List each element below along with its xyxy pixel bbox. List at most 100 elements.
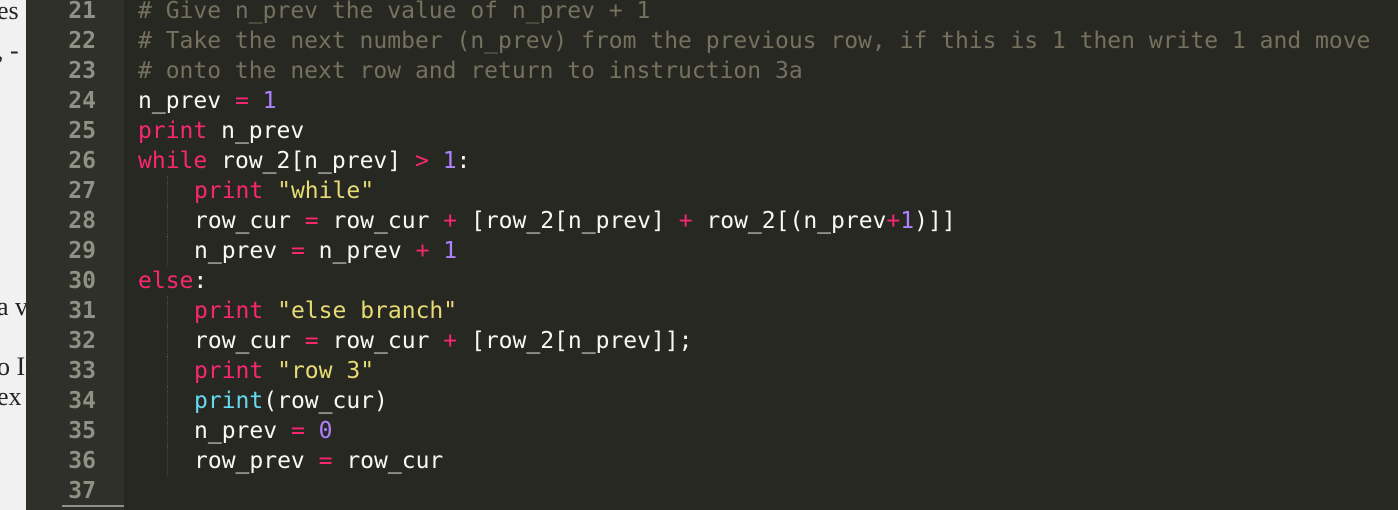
code-token: row_2[n_prev]: [207, 148, 415, 174]
line-number: 29: [68, 238, 96, 264]
code-text: print "else branch": [194, 296, 457, 326]
code-text: # Give n_prev the value of n_prev + 1: [138, 0, 650, 26]
code-token: print: [194, 178, 264, 204]
background-text-fragment: es: [0, 0, 19, 25]
code-text: # Take the next number (n_prev) from the…: [138, 26, 1370, 56]
code-text: print(row_cur): [194, 386, 388, 416]
code-token: row_cur: [318, 328, 444, 354]
code-text: while row_2[n_prev] > 1:: [138, 146, 470, 176]
code-text: n_prev = n_prev + 1: [194, 236, 457, 266]
line-number: 25: [68, 118, 96, 144]
indent-guide: [167, 446, 168, 476]
code-token: +: [886, 208, 901, 234]
code-token: row_cur: [318, 208, 444, 234]
code-line[interactable]: 30 else:: [26, 266, 1398, 296]
code-token: "while": [277, 178, 375, 204]
code-editor[interactable]: 21 # Give n_prev the value of n_prev + 12…: [26, 0, 1398, 510]
code-text: row_cur = row_cur + [row_2[n_prev] + row…: [194, 206, 956, 236]
code-token: # Take the next number (n_prev) from the…: [138, 28, 1371, 54]
line-number: 35: [68, 418, 96, 444]
code-line[interactable]: 37: [26, 476, 1398, 506]
line-number: 32: [68, 328, 96, 354]
code-token: n_prev: [194, 238, 291, 264]
code-token: 1: [442, 148, 457, 174]
code-token: 1: [900, 208, 915, 234]
code-token: [row_2[n_prev]: [457, 208, 679, 234]
line-number: 33: [68, 358, 96, 384]
code-token: print: [194, 388, 264, 414]
background-text-fragment: ex: [0, 382, 22, 411]
code-line[interactable]: 34 print(row_cur): [26, 386, 1398, 416]
code-token: else: [138, 268, 194, 294]
code-token: =: [304, 328, 319, 354]
code-line[interactable]: 23 # onto the next row and return to inst…: [26, 56, 1398, 86]
code-line[interactable]: 26 while row_2[n_prev] > 1:: [26, 146, 1398, 176]
code-text: else:: [138, 266, 207, 296]
code-line[interactable]: 25 print n_prev: [26, 116, 1398, 146]
indent-guide: [167, 236, 168, 266]
line-number: 36: [68, 448, 96, 474]
line-number: 27: [68, 178, 96, 204]
code-token: row_cur: [194, 328, 305, 354]
code-line[interactable]: 28 row_cur = row_cur + [row_2[n_prev] + r…: [26, 206, 1398, 236]
code-line[interactable]: 27 print "while": [26, 176, 1398, 206]
background-window-fragment: es , - a v o I ex: [0, 0, 27, 510]
code-text: print n_prev: [138, 116, 304, 146]
code-token: >: [414, 148, 429, 174]
code-token: row_cur: [194, 208, 305, 234]
code-token: print: [194, 358, 264, 384]
code-token: +: [678, 208, 693, 234]
code-token: [row_2[n_prev]];: [457, 328, 693, 354]
code-line[interactable]: 24 n_prev = 1: [26, 86, 1398, 116]
code-line[interactable]: 22 # Take the next number (n_prev) from t…: [26, 26, 1398, 56]
code-token: 0: [318, 418, 333, 444]
code-token: # Give n_prev the value of n_prev + 1: [138, 0, 651, 24]
code-token: row_cur: [332, 448, 444, 474]
code-token: =: [304, 208, 319, 234]
code-text: row_cur = row_cur + [row_2[n_prev]];: [194, 326, 693, 356]
indent-guide: [167, 416, 168, 446]
indent-guide: [167, 326, 168, 356]
code-token: +: [443, 328, 458, 354]
indent-guide: [167, 176, 168, 206]
code-token: )]]: [914, 208, 956, 234]
code-line[interactable]: 33 print "row 3": [26, 356, 1398, 386]
code-text: print "row 3": [194, 356, 374, 386]
indent-guide: [167, 296, 168, 326]
code-text: print "while": [194, 176, 374, 206]
indent-guide: [167, 206, 168, 236]
code-line[interactable]: 36 row_prev = row_cur: [26, 446, 1398, 476]
code-token: =: [318, 448, 333, 474]
code-token: print: [138, 118, 208, 144]
code-token: (row_cur): [263, 388, 388, 414]
line-number: 34: [68, 388, 96, 414]
code-token: 1: [262, 88, 277, 114]
code-line[interactable]: 31 print "else branch": [26, 296, 1398, 326]
code-token: :: [193, 268, 208, 294]
code-line[interactable]: 21 # Give n_prev the value of n_prev + 1: [26, 0, 1398, 26]
background-text-fragment: o I: [0, 352, 26, 381]
code-token: n_prev: [207, 118, 305, 144]
line-number: 26: [68, 148, 96, 174]
code-token: 1: [443, 238, 458, 264]
code-token: "row 3": [277, 358, 375, 384]
indent-guide: [167, 356, 168, 386]
code-text: n_prev = 0: [194, 416, 333, 446]
code-token: +: [415, 238, 430, 264]
line-number: 23: [68, 58, 96, 84]
code-token: +: [443, 208, 458, 234]
code-token: =: [290, 418, 305, 444]
code-line[interactable]: 35 n_prev = 0: [26, 416, 1398, 446]
code-line[interactable]: 29 n_prev = n_prev + 1: [26, 236, 1398, 266]
code-line[interactable]: 32 row_cur = row_cur + [row_2[n_prev]];: [26, 326, 1398, 356]
code-token: =: [290, 238, 305, 264]
code-text: n_prev = 1: [138, 86, 277, 116]
indent-guide: [167, 386, 168, 416]
code-token: =: [234, 88, 249, 114]
